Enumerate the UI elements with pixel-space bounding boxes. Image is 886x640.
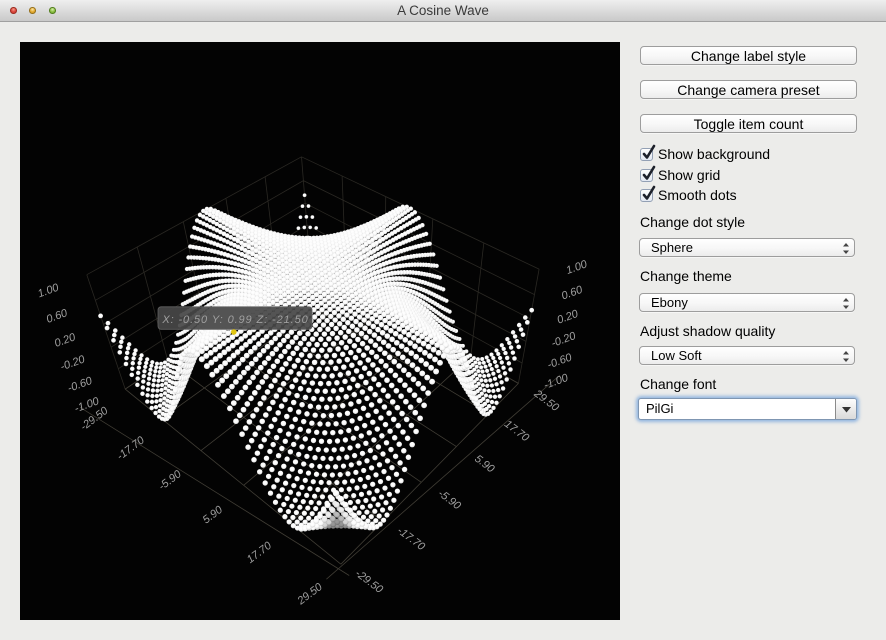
- svg-text:-5.90: -5.90: [156, 468, 184, 493]
- svg-text:-5.90: -5.90: [436, 488, 464, 513]
- svg-text:1.00: 1.00: [565, 258, 590, 277]
- svg-text:0.20: 0.20: [556, 308, 581, 327]
- svg-text:29.50: 29.50: [295, 581, 326, 608]
- svg-text:5.90: 5.90: [472, 453, 497, 476]
- svg-text:0.20: 0.20: [53, 331, 78, 350]
- svg-text:-0.20: -0.20: [59, 353, 87, 373]
- svg-text:5.90: 5.90: [201, 503, 226, 526]
- svg-text:17.70: 17.70: [245, 539, 275, 566]
- svg-text:-0.20: -0.20: [550, 330, 578, 350]
- svg-text:-29.50: -29.50: [353, 567, 386, 596]
- svg-text:0.60: 0.60: [560, 284, 585, 303]
- svg-text:17.70: 17.70: [502, 418, 532, 445]
- svg-text:0.60: 0.60: [45, 307, 70, 326]
- svg-text:X: -0.50 Y: 0.99 Z: -21.5: X: -0.50 Y: 0.99 Z: -21.50: [161, 314, 308, 326]
- svg-text:-17.70: -17.70: [395, 525, 428, 554]
- svg-text:-17.70: -17.70: [115, 434, 148, 463]
- svg-text:-0.60: -0.60: [546, 351, 574, 371]
- svg-text:-0.60: -0.60: [66, 375, 94, 395]
- svg-text:1.00: 1.00: [36, 281, 61, 300]
- svg-text:-1.00: -1.00: [542, 372, 570, 392]
